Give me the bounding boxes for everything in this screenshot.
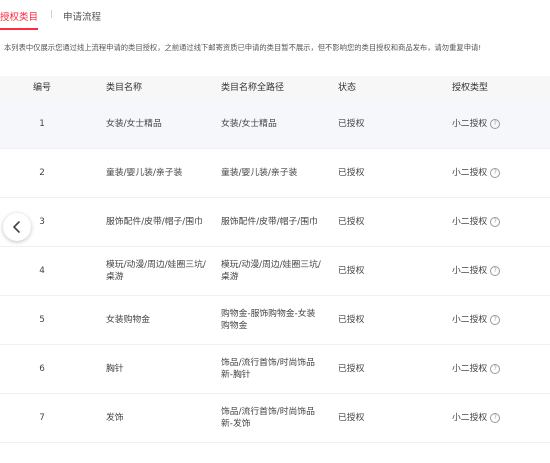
row-type: 小二授权 ? xyxy=(452,296,542,344)
help-icon[interactable]: ? xyxy=(490,364,501,374)
row-status: 已授权 xyxy=(338,364,365,374)
table-row: 4 模玩/动漫/周边/娃圈三坑/桌游 模玩/动漫/周边/娃圈三坑/桌游 已授权 … xyxy=(0,247,550,296)
row-name: 发饰 xyxy=(106,413,124,423)
row-name: 童装/婴儿装/亲子装 xyxy=(106,168,183,178)
row-type-label: 小二授权 xyxy=(452,364,488,374)
help-icon[interactable]: ? xyxy=(490,413,501,423)
table-row: 3 服饰配件/皮带/帽子/围巾 服饰配件/皮带/帽子/围巾 已授权 小二授权 ? xyxy=(0,198,550,247)
row-name: 胸针 xyxy=(106,364,124,374)
row-num: 1 xyxy=(39,119,45,129)
help-icon[interactable]: ? xyxy=(490,266,501,276)
row-status: 已授权 xyxy=(338,266,365,276)
help-icon[interactable]: ? xyxy=(490,217,501,227)
row-name: 女装购物金 xyxy=(106,315,150,325)
help-icon[interactable]: ? xyxy=(490,168,501,178)
row-path: 模玩/动漫/周边/娃圈三坑/桌游 xyxy=(221,260,321,282)
table-row: 6 胸针 饰品/流行首饰/时尚饰品新-胸针 已授权 小二授权 ? xyxy=(0,345,550,394)
row-type: 小二授权 ? xyxy=(452,198,542,246)
prev-page-button[interactable] xyxy=(3,213,31,241)
tab-separator: | xyxy=(50,9,53,18)
row-status: 已授权 xyxy=(338,217,365,227)
row-status: 已授权 xyxy=(338,413,365,423)
row-type-label: 小二授权 xyxy=(452,168,488,178)
row-type: 小二授权 ? xyxy=(452,149,542,197)
row-path: 服饰配件/皮带/帽子/围巾 xyxy=(221,217,318,227)
header-type: 授权类型 xyxy=(452,83,489,93)
help-icon[interactable]: ? xyxy=(490,119,501,129)
row-type: 小二授权 ? xyxy=(452,345,542,393)
table-row: 5 女装购物金 购物金-服饰购物金-女装购物金 已授权 小二授权 ? xyxy=(0,296,550,345)
row-type-label: 小二授权 xyxy=(452,266,488,276)
row-type-label: 小二授权 xyxy=(452,315,488,325)
tab-authorized-categories[interactable]: 授权类目 xyxy=(0,9,38,23)
help-icon[interactable]: ? xyxy=(490,315,501,325)
row-name: 模玩/动漫/周边/娃圈三坑/桌游 xyxy=(106,260,206,282)
row-num: 3 xyxy=(39,217,45,227)
row-type-label: 小二授权 xyxy=(452,217,488,227)
table-row: 1 女装/女士精品 女装/女士精品 已授权 小二授权 ? xyxy=(0,100,550,149)
header-num: 编号 xyxy=(32,83,51,93)
row-name: 服饰配件/皮带/帽子/围巾 xyxy=(106,217,203,227)
row-status: 已授权 xyxy=(338,119,365,129)
table-row: 2 童装/婴儿装/亲子装 童装/婴儿装/亲子装 已授权 小二授权 ? xyxy=(0,149,550,198)
header-path: 类目名称全路径 xyxy=(221,83,285,93)
tab-application-process[interactable]: 申请流程 xyxy=(63,9,101,23)
chevron-left-icon xyxy=(13,221,20,233)
row-type-label: 小二授权 xyxy=(452,413,488,423)
row-path: 购物金-服饰购物金-女装购物金 xyxy=(221,309,316,331)
row-type: 小二授权 ? xyxy=(452,247,542,295)
row-type-label: 小二授权 xyxy=(452,119,488,129)
row-name: 女装/女士精品 xyxy=(106,119,162,129)
row-num: 6 xyxy=(39,364,45,374)
row-num: 7 xyxy=(39,413,45,423)
row-path: 童装/婴儿装/亲子装 xyxy=(221,168,298,178)
row-path: 女装/女士精品 xyxy=(221,119,277,129)
header-status: 状态 xyxy=(338,83,357,93)
header-name: 类目名称 xyxy=(106,83,143,93)
row-num: 2 xyxy=(39,168,45,178)
row-num: 4 xyxy=(39,266,45,276)
row-path: 饰品/流行首饰/时尚饰品新-胸针 xyxy=(221,358,315,380)
row-type: 小二授权 ? xyxy=(452,394,542,442)
row-type: 小二授权 ? xyxy=(452,100,542,148)
row-status: 已授权 xyxy=(338,168,365,178)
row-num: 5 xyxy=(39,315,45,325)
table-row: 7 发饰 饰品/流行首饰/时尚饰品新-发饰 已授权 小二授权 ? xyxy=(0,394,550,443)
notice-text: 本列表中仅展示您通过线上流程申请的类目授权，之前通过线下邮寄资质已申请的类目暂不… xyxy=(4,43,482,52)
category-table: 编号 类目名称 类目名称全路径 状态 授权类型 1 女装/女士精品 女装/女士精… xyxy=(0,76,550,443)
row-path: 饰品/流行首饰/时尚饰品新-发饰 xyxy=(221,407,315,429)
table-header: 编号 类目名称 类目名称全路径 状态 授权类型 xyxy=(0,76,550,100)
active-tab-indicator xyxy=(0,28,38,30)
row-status: 已授权 xyxy=(338,315,365,325)
tab-bar: 授权类目 | 申请流程 xyxy=(0,0,550,30)
